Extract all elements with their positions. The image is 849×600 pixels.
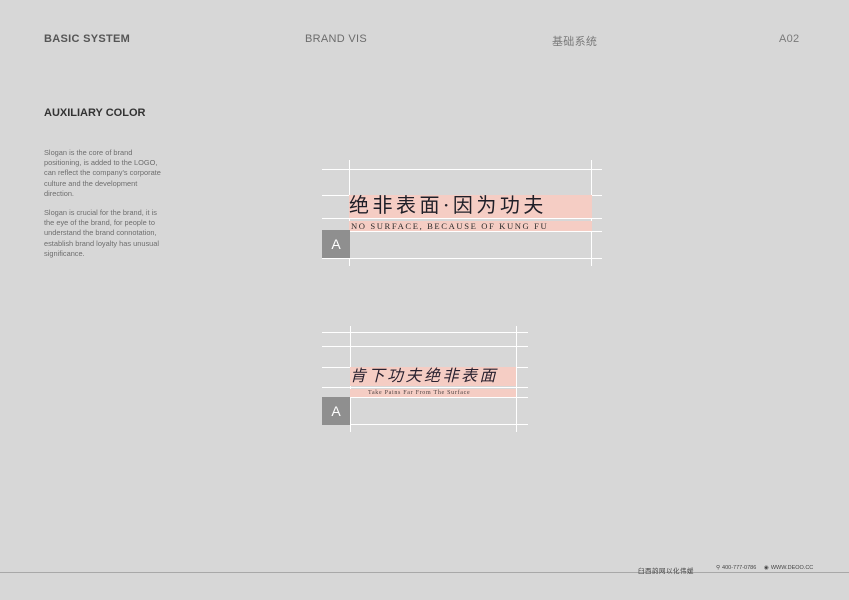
page-code: A02 [779, 33, 800, 45]
globe-icon: ◉ [764, 565, 769, 571]
guide-line [322, 346, 528, 347]
header-basic-system: BASIC SYSTEM [44, 33, 131, 45]
section-title: AUXILIARY COLOR [44, 107, 146, 119]
footer-company-name: 臼西韵网以化伟媛 [638, 568, 694, 575]
marker-badge: A [322, 397, 350, 425]
slogan-chinese-text: 肯下功夫绝非表面 [350, 366, 499, 385]
slogan-chinese-text: 绝非表面·因为功夫 [349, 193, 547, 217]
guide-line [322, 231, 602, 232]
guide-line [516, 326, 517, 432]
footer-divider [0, 572, 849, 573]
footer-website: ◉ WWW.DEOO.CC [764, 565, 813, 571]
location-pin-icon: ⚲ [716, 565, 721, 571]
guide-line [322, 397, 528, 398]
guide-line [322, 424, 528, 425]
header-brand-vis: BRAND VIS [305, 33, 367, 45]
guide-line [322, 332, 528, 333]
footer-phone-number: 400-777-0786 [722, 565, 757, 571]
guide-line [322, 387, 528, 388]
footer-website-url: WWW.DEOO.CC [770, 565, 814, 571]
slogan-english-text: Take Pains Far From The Surface [368, 390, 471, 396]
guide-line [322, 258, 602, 259]
footer-phone: ⚲ 400-777-0786 [716, 565, 756, 571]
description-paragraph: Slogan is the core of brand positioning,… [44, 148, 161, 198]
header-chinese-title: 基础系统 [552, 36, 598, 48]
marker-badge: A [322, 230, 350, 258]
guide-line [322, 169, 602, 170]
slogan-english-text: NO SURFACE, BECAUSE OF KUNG FU [351, 221, 549, 231]
description-paragraph: Slogan is crucial for the brand, it is t… [44, 208, 160, 258]
